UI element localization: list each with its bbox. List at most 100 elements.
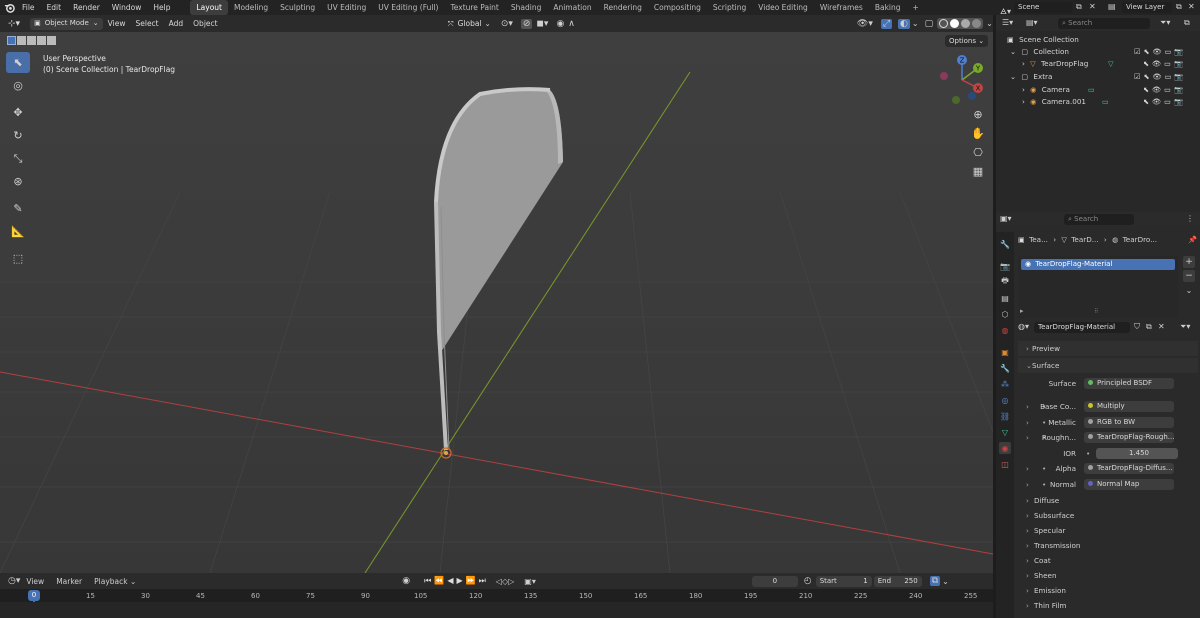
transform-tool-icon[interactable]: ⊛	[6, 171, 30, 192]
render-camera-icon[interactable]: 📷	[1174, 47, 1186, 56]
tab-modeling[interactable]: Modeling	[228, 0, 274, 15]
proportional-falloff-icon[interactable]: ∧	[568, 19, 575, 29]
render-camera-icon[interactable]: 📷	[1174, 59, 1186, 68]
outliner-row-collection[interactable]: ⌄ ▢ Collection ☑⬉👁▭📷	[996, 46, 1200, 58]
slot-specials-button[interactable]: ⌄	[1183, 285, 1195, 297]
menu-render[interactable]: Render	[67, 0, 106, 15]
delete-scene-icon[interactable]: ✕	[1089, 2, 1096, 11]
subpanel-sheen[interactable]: › Sheen	[1018, 568, 1198, 583]
subpanel-thin-film[interactable]: › Thin Film	[1018, 598, 1198, 613]
select-extend-icon[interactable]	[17, 36, 26, 45]
world-tab-icon[interactable]: ◍	[999, 324, 1011, 336]
chevron-down-icon[interactable]: ⌄	[912, 19, 919, 28]
select-tool-icon[interactable]: ⬉	[6, 52, 30, 73]
jump-keyframe-back-icon[interactable]: ⏪	[434, 576, 444, 586]
viewport-toggle-icon[interactable]: ▭	[1164, 85, 1174, 94]
base-color-field[interactable]: Multiply	[1084, 401, 1174, 412]
menu-file[interactable]: File	[16, 0, 41, 15]
material-browse-icon[interactable]: ◍▾	[1018, 322, 1029, 331]
viewport-toggle-icon[interactable]: ▭	[1164, 59, 1174, 68]
tab-texture-paint[interactable]: Texture Paint	[444, 0, 504, 15]
view-layer-tab-icon[interactable]: ▤	[999, 292, 1011, 304]
normal-field[interactable]: Normal Map	[1084, 479, 1174, 490]
physics-tab-icon[interactable]: ◎	[999, 394, 1011, 406]
data-tab-icon[interactable]: ▽	[999, 426, 1011, 438]
ior-field[interactable]: 1.450	[1096, 448, 1178, 459]
outliner-search-input[interactable]: ⌕ Search	[1058, 18, 1150, 29]
pan-hand-icon[interactable]: ✋	[970, 125, 986, 141]
blender-logo-icon[interactable]	[2, 0, 16, 15]
new-collection-icon[interactable]: ⧉	[1184, 18, 1190, 28]
delete-view-layer-icon[interactable]: ✕	[1188, 2, 1195, 11]
list-resize-handle-icon[interactable]: ⠿	[1094, 308, 1098, 315]
metallic-field[interactable]: RGB to BW	[1084, 417, 1174, 428]
rendered-shading-icon[interactable]	[972, 19, 982, 28]
collapse-chevron-icon[interactable]: ›	[1026, 430, 1029, 445]
jump-keyframe-forward-icon[interactable]: ⏩	[466, 576, 476, 586]
unlink-material-icon[interactable]: ✕	[1158, 322, 1165, 331]
tab-shading[interactable]: Shading	[505, 0, 547, 15]
timeline-editor-icon[interactable]: ◷▾	[8, 576, 20, 586]
roughness-field[interactable]: TearDropFlag-Rough...	[1084, 432, 1174, 443]
orientation-dropdown[interactable]: ⤧ Global ⌄	[448, 19, 491, 29]
snap-icon[interactable]: ⊘	[520, 18, 533, 29]
viewport-menu-add[interactable]: Add	[164, 19, 189, 28]
annotate-tool-icon[interactable]: ✎	[6, 198, 30, 219]
menu-edit[interactable]: Edit	[41, 0, 68, 15]
tab-wireframes[interactable]: Wireframes	[814, 0, 869, 15]
pin-icon[interactable]: 📌	[1188, 233, 1197, 246]
viewport-toggle-icon[interactable]: ▭	[1165, 47, 1175, 56]
modifier-tab-icon[interactable]: 🔧	[999, 362, 1011, 374]
fake-user-icon[interactable]: ⛉	[1134, 322, 1140, 332]
tab-layout[interactable]: Layout	[190, 0, 228, 15]
rotate-tool-icon[interactable]: ↻	[6, 125, 30, 146]
tab-scripting[interactable]: Scripting	[707, 0, 752, 15]
snap-target-icon[interactable]: ◼▾	[536, 19, 548, 29]
new-scene-icon[interactable]: ⧉	[1076, 2, 1082, 12]
subpanel-diffuse[interactable]: › Diffuse	[1018, 493, 1198, 508]
start-frame-field[interactable]: Start 1	[815, 575, 872, 587]
properties-options-icon[interactable]: ⋮	[1186, 214, 1194, 223]
timeline-ruler[interactable]: 0 15 30 45 60 75 90 105 120 135 150 165 …	[0, 589, 993, 618]
render-camera-icon[interactable]: 📷	[1174, 85, 1186, 94]
add-cube-tool-icon[interactable]: ⬚	[6, 248, 30, 269]
material-link-icon[interactable]: ⏷▾	[1180, 322, 1190, 332]
eye-icon[interactable]: 👁	[1152, 72, 1164, 81]
solid-shading-icon[interactable]	[950, 19, 960, 28]
render-camera-icon[interactable]: 📷	[1174, 72, 1186, 81]
object-tab-icon[interactable]: ▣	[999, 346, 1011, 358]
end-frame-field[interactable]: End 250	[873, 575, 922, 587]
viewport-menu-view[interactable]: View	[103, 19, 131, 28]
render-camera-icon[interactable]: 📷	[1174, 97, 1186, 106]
measure-tool-icon[interactable]: 📐	[6, 221, 30, 242]
jump-end-icon[interactable]: ⏭	[479, 576, 486, 586]
select-toggle-icon[interactable]: ⬉	[1143, 97, 1152, 106]
subpanel-transmission[interactable]: › Transmission	[1018, 538, 1198, 553]
subpanel-coat[interactable]: › Coat	[1018, 553, 1198, 568]
tab-baking[interactable]: Baking	[869, 0, 907, 15]
outliner-editor-icon[interactable]: ☰▾	[1002, 18, 1013, 27]
eye-icon[interactable]: 👁	[1152, 97, 1164, 106]
select-intersect-icon[interactable]	[47, 36, 56, 45]
collapse-chevron-icon[interactable]: ›	[1026, 461, 1029, 476]
scale-tool-icon[interactable]: ⤡	[6, 148, 30, 169]
navigation-gizmo[interactable]: Z Y X	[934, 52, 988, 106]
viewport-toggle-icon[interactable]: ▭	[1164, 97, 1174, 106]
perspective-grid-icon[interactable]: ▦	[970, 163, 986, 179]
outliner-row-camera-001[interactable]: › ◉ Camera.001 ▭ ⬉👁▭📷	[996, 96, 1200, 108]
preview-panel-header[interactable]: › Preview	[1018, 341, 1198, 356]
expand-chevron-icon[interactable]: ⌄	[1010, 72, 1016, 81]
tab-video-editing[interactable]: Video Editing	[752, 0, 814, 15]
material-name-field[interactable]: TearDropFlag-Material	[1034, 322, 1130, 333]
collapse-chevron-icon[interactable]: ›	[1026, 415, 1029, 430]
timeline-menu-view[interactable]: View	[20, 577, 50, 586]
play-reverse-icon[interactable]: ◀	[447, 576, 453, 586]
add-workspace-icon[interactable]: +	[907, 0, 925, 15]
subpanel-specular[interactable]: › Specular	[1018, 523, 1198, 538]
collapse-chevron-icon[interactable]: ›	[1026, 399, 1029, 414]
keying-set-icon[interactable]: ▣▾	[524, 577, 536, 586]
material-slot-item[interactable]: ◉ TearDropFlag-Material	[1021, 259, 1175, 270]
gizmo-toggle-icon[interactable]: ⤢	[880, 18, 893, 29]
proportional-edit-icon[interactable]: ◉	[556, 19, 564, 29]
material-shading-icon[interactable]	[961, 19, 971, 28]
